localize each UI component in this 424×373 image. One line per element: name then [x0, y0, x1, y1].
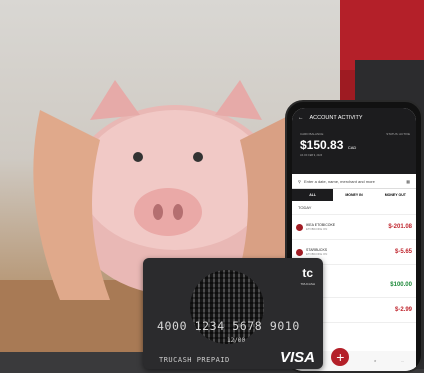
balance-panel: CARD BALANCE $150.83 CAD AS OF FEB 9, 20… — [292, 128, 416, 174]
add-button[interactable]: + — [331, 348, 350, 366]
section-today: TODAY — [292, 201, 416, 215]
transaction-location: ETOBICOKE ON — [306, 227, 328, 231]
prepaid-card: tc TRUCASH 4000 1234 5678 9010 12/00 TRU… — [143, 258, 323, 369]
star-icon[interactable]: ★ — [374, 359, 377, 363]
transaction-location: ETOBICOKE ON — [306, 252, 328, 256]
transaction-amount: $-2.99 — [394, 307, 412, 313]
tab-money-in[interactable]: MONEY IN — [333, 189, 374, 201]
tab-money-out[interactable]: MONEY OUT — [375, 189, 416, 201]
calendar-icon[interactable]: ▦ — [406, 179, 410, 184]
tab-all[interactable]: ALL — [292, 189, 334, 201]
search-icon: ⚲ — [298, 178, 301, 184]
transaction-amount: $100.00 — [390, 282, 412, 288]
card-logo: tc — [302, 266, 313, 280]
more-icon[interactable]: ⋯ — [401, 359, 404, 363]
balance-date: AS OF FEB 9, 2023 — [300, 154, 323, 157]
app-header: ← ACCOUNT ACTIVITY — [292, 108, 416, 128]
card-logo-sub: TRUCASH — [300, 282, 315, 286]
filter-tabs: ALL MONEY IN MONEY OUT — [292, 189, 416, 201]
card-name: TRUCASH PREPAID — [159, 356, 230, 364]
transaction-amount: $-5.65 — [394, 249, 412, 255]
cart-icon — [296, 223, 303, 231]
back-arrow-icon[interactable]: ← — [298, 115, 304, 121]
visa-logo: VISA — [279, 349, 315, 366]
search-input[interactable]: Enter a date, name, merchant and more — [304, 179, 403, 184]
search-bar[interactable]: ⚲ Enter a date, name, merchant and more … — [292, 174, 416, 189]
transaction-row[interactable]: IKEA ETOBICOKE ETOBICOKE ON $-201.08 — [292, 215, 416, 240]
transaction-amount: $-201.08 — [388, 224, 412, 230]
status-badge: STATUS: ACTIVE — [386, 132, 410, 136]
cart-icon — [296, 248, 303, 256]
card-number: 4000 1234 5678 9010 — [157, 319, 300, 333]
card-valid-date: 12/00 — [227, 337, 246, 344]
balance-amount: $150.83 — [300, 138, 344, 152]
balance-currency: CAD — [347, 145, 357, 150]
page-title: ACCOUNT ACTIVITY — [309, 115, 363, 121]
